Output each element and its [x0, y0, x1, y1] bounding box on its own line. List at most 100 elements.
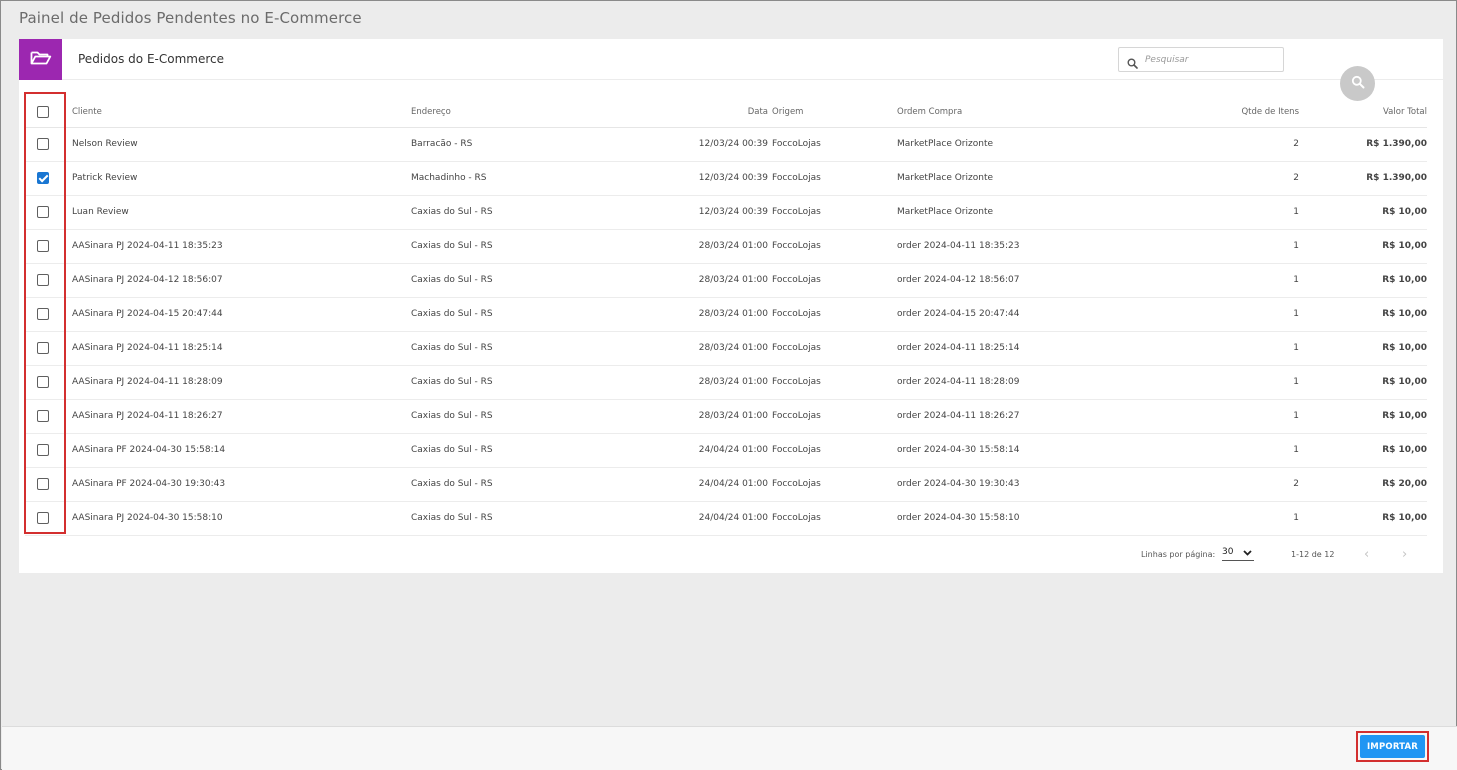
cell-qtd: 1	[1197, 331, 1307, 366]
cell-cliente: AASinara PF 2024-04-30 15:58:14	[72, 433, 411, 468]
cell-data: 12/03/24 00:39	[611, 161, 772, 196]
row-checkbox[interactable]	[37, 410, 49, 422]
row-checkbox[interactable]	[37, 240, 49, 252]
row-checkbox[interactable]	[37, 206, 49, 218]
cell-endereco: Machadinho - RS	[411, 161, 611, 196]
row-checkbox[interactable]	[37, 172, 49, 184]
table-row[interactable]: Luan Review Caxias do Sul - RS 12/03/24 00…	[25, 195, 1427, 230]
col-header-valor[interactable]: Valor Total	[1307, 97, 1427, 128]
cell-ordem: order 2024-04-11 18:26:27	[897, 399, 1197, 434]
table-row[interactable]: AASinara PJ 2024-04-11 18:26:27 Caxias do…	[25, 399, 1427, 434]
row-select-cell	[25, 467, 72, 502]
search-input[interactable]	[1145, 51, 1277, 69]
cell-origem: FoccoLojas	[772, 433, 897, 468]
row-select-cell	[25, 399, 72, 434]
pagination-bar: Linhas por página: 30 1-12 de 12 ‹ ›	[19, 545, 1443, 573]
prev-page-button[interactable]: ‹	[1364, 547, 1369, 562]
folder-open-icon	[30, 50, 52, 70]
cell-valor: R$ 1.390,00	[1307, 161, 1427, 196]
cell-origem: FoccoLojas	[772, 229, 897, 264]
cell-qtd: 2	[1197, 467, 1307, 502]
col-header-origem[interactable]: Origem	[772, 97, 897, 128]
row-checkbox[interactable]	[37, 308, 49, 320]
row-select-cell	[25, 195, 72, 230]
row-checkbox[interactable]	[37, 138, 49, 150]
cell-origem: FoccoLojas	[772, 195, 897, 230]
next-page-button[interactable]: ›	[1402, 547, 1407, 562]
cell-ordem: order 2024-04-11 18:28:09	[897, 365, 1197, 400]
cell-origem: FoccoLojas	[772, 399, 897, 434]
row-checkbox[interactable]	[37, 444, 49, 456]
search-box[interactable]	[1118, 47, 1284, 72]
app-frame: Painel de Pedidos Pendentes no E-Commerc…	[0, 0, 1457, 770]
card-title: Pedidos do E-Commerce	[78, 52, 224, 66]
cell-valor: R$ 10,00	[1307, 365, 1427, 400]
cell-endereco: Caxias do Sul - RS	[411, 501, 611, 536]
col-header-cliente[interactable]: Cliente	[72, 97, 411, 128]
rows-per-page-value: 30	[1222, 547, 1234, 557]
row-select-cell	[25, 297, 72, 332]
row-checkbox[interactable]	[37, 478, 49, 490]
row-checkbox[interactable]	[37, 274, 49, 286]
cell-qtd: 1	[1197, 399, 1307, 434]
table-row[interactable]: AASinara PF 2024-04-30 15:58:14 Caxias do…	[25, 433, 1427, 468]
cell-origem: FoccoLojas	[772, 161, 897, 196]
cell-cliente: AASinara PJ 2024-04-30 15:58:10	[72, 501, 411, 536]
cell-origem: FoccoLojas	[772, 331, 897, 366]
cell-qtd: 2	[1197, 161, 1307, 196]
cell-valor: R$ 20,00	[1307, 467, 1427, 502]
cell-data: 24/04/24 01:00	[611, 433, 772, 468]
table-row[interactable]: AASinara PJ 2024-04-30 15:58:10 Caxias do…	[25, 501, 1427, 536]
card-header: Pedidos do E-Commerce	[19, 39, 1443, 80]
search-fab-button[interactable]	[1340, 66, 1375, 101]
cell-cliente: Patrick Review	[72, 161, 411, 196]
chevron-down-icon	[1243, 549, 1252, 559]
table-row[interactable]: AASinara PJ 2024-04-15 20:47:44 Caxias do…	[25, 297, 1427, 332]
table-row[interactable]: AASinara PF 2024-04-30 19:30:43 Caxias do…	[25, 467, 1427, 502]
row-select-cell	[25, 127, 72, 162]
cell-ordem: order 2024-04-11 18:25:14	[897, 331, 1197, 366]
cell-endereco: Caxias do Sul - RS	[411, 297, 611, 332]
cell-valor: R$ 10,00	[1307, 195, 1427, 230]
row-checkbox[interactable]	[37, 342, 49, 354]
col-header-ordem[interactable]: Ordem Compra	[897, 97, 1197, 128]
search-icon	[1351, 74, 1365, 93]
cell-cliente: AASinara PJ 2024-04-11 18:35:23	[72, 229, 411, 264]
row-checkbox[interactable]	[37, 512, 49, 524]
cell-origem: FoccoLojas	[772, 263, 897, 298]
rows-per-page-select[interactable]: 30	[1222, 545, 1254, 561]
cell-qtd: 1	[1197, 263, 1307, 298]
cell-cliente: Nelson Review	[72, 127, 411, 162]
table-row[interactable]: AASinara PJ 2024-04-11 18:35:23 Caxias do…	[25, 229, 1427, 264]
cell-cliente: AASinara PJ 2024-04-11 18:28:09	[72, 365, 411, 400]
row-checkbox[interactable]	[37, 376, 49, 388]
cell-data: 28/03/24 01:00	[611, 399, 772, 434]
cell-endereco: Caxias do Sul - RS	[411, 433, 611, 468]
bottom-action-bar	[2, 726, 1457, 770]
col-header-data[interactable]: Data	[611, 97, 772, 128]
table-header-row: Cliente Endereço Data Origem Ordem Compr…	[25, 97, 1427, 128]
cell-ordem: MarketPlace Orizonte	[897, 127, 1197, 162]
cell-ordem: order 2024-04-15 20:47:44	[897, 297, 1197, 332]
cell-data: 24/04/24 01:00	[611, 467, 772, 502]
cell-valor: R$ 10,00	[1307, 297, 1427, 332]
col-header-endereco[interactable]: Endereço	[411, 97, 611, 128]
cell-endereco: Caxias do Sul - RS	[411, 467, 611, 502]
cell-ordem: order 2024-04-11 18:35:23	[897, 229, 1197, 264]
table-row[interactable]: Patrick Review Machadinho - RS 12/03/24 00…	[25, 161, 1427, 196]
import-button[interactable]: IMPORTAR	[1360, 735, 1425, 758]
cell-valor: R$ 10,00	[1307, 229, 1427, 264]
cell-origem: FoccoLojas	[772, 467, 897, 502]
table-row[interactable]: Nelson Review Barracão - RS 12/03/24 00:39…	[25, 127, 1427, 162]
cell-qtd: 1	[1197, 229, 1307, 264]
select-all-checkbox[interactable]	[37, 105, 49, 118]
cell-ordem: order 2024-04-30 19:30:43	[897, 467, 1197, 502]
table-row[interactable]: AASinara PJ 2024-04-11 18:28:09 Caxias do…	[25, 365, 1427, 400]
cell-cliente: AASinara PJ 2024-04-12 18:56:07	[72, 263, 411, 298]
cell-qtd: 2	[1197, 127, 1307, 162]
col-header-qtd[interactable]: Qtde de Itens	[1197, 97, 1307, 128]
row-select-cell	[25, 331, 72, 366]
table-row[interactable]: AASinara PJ 2024-04-11 18:25:14 Caxias do…	[25, 331, 1427, 366]
table-row[interactable]: AASinara PJ 2024-04-12 18:56:07 Caxias do…	[25, 263, 1427, 298]
cell-valor: R$ 10,00	[1307, 331, 1427, 366]
